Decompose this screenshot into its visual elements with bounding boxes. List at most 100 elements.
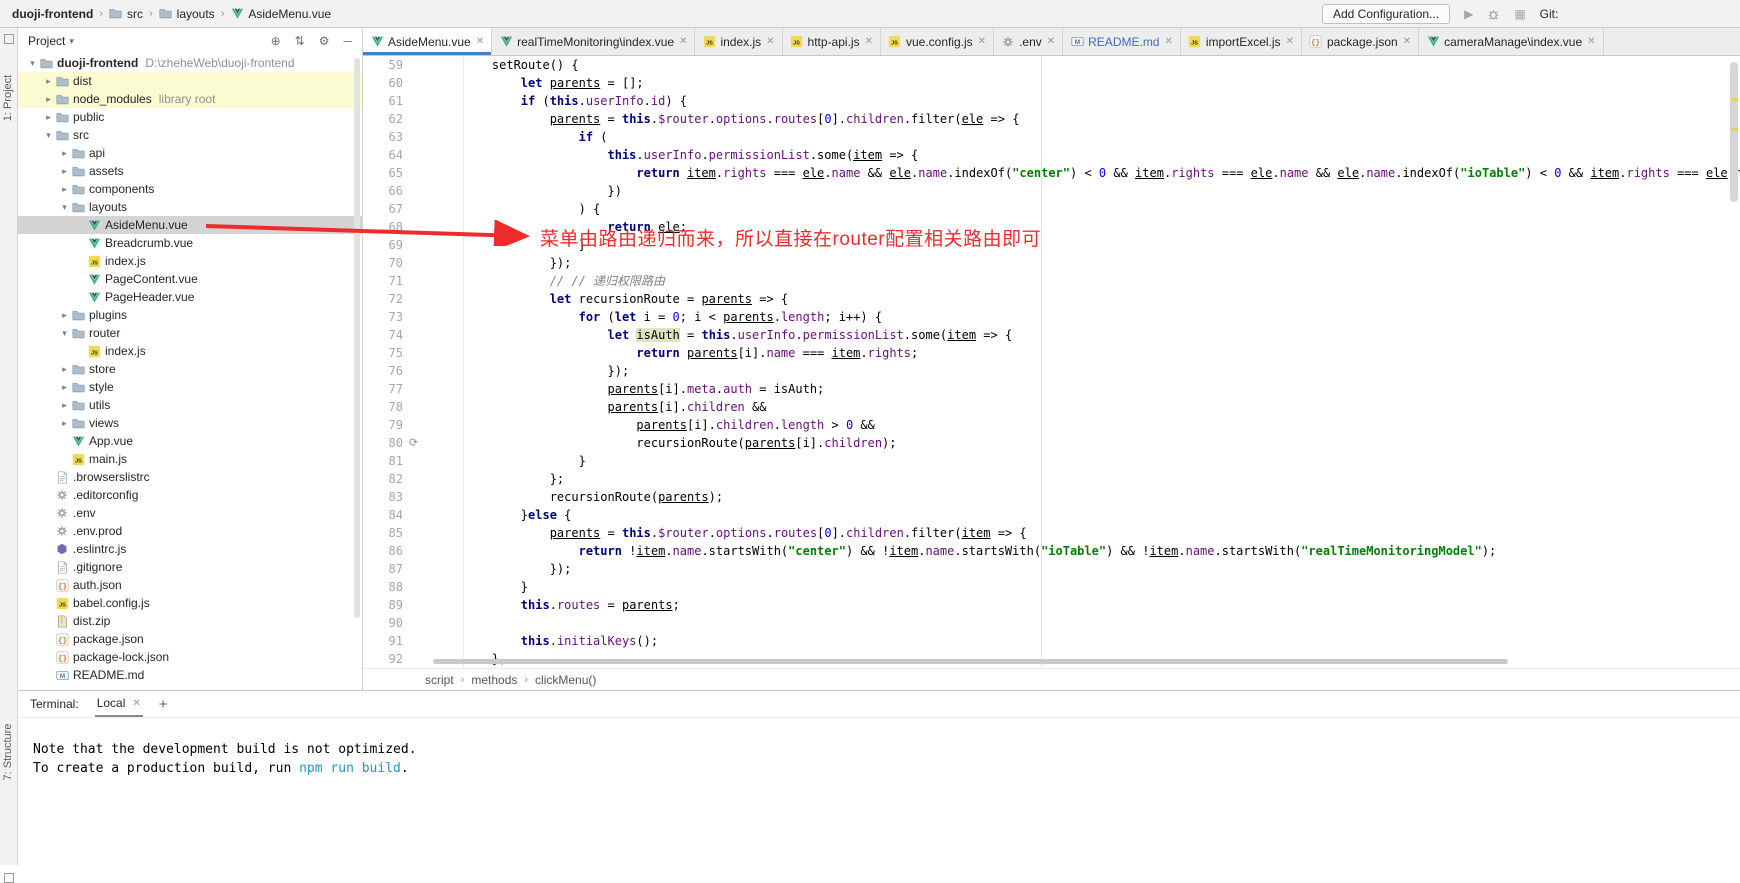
editor-tab[interactable]: {}package.json✕ (1302, 28, 1419, 55)
debug-icon[interactable] (1487, 8, 1500, 21)
close-icon[interactable]: ✕ (1047, 36, 1055, 47)
chevron-right-icon[interactable]: ▸ (42, 112, 55, 123)
titlebar-crumb[interactable]: duoji-frontend (12, 7, 93, 21)
close-icon[interactable]: ✕ (1286, 36, 1294, 47)
titlebar-crumb[interactable]: src (109, 7, 143, 21)
editor-tab[interactable]: cameraManage\index.vue✕ (1419, 28, 1603, 55)
terminal-tool-window-icon[interactable] (4, 873, 14, 883)
close-icon[interactable]: ✕ (679, 36, 687, 47)
new-terminal-session-button[interactable]: + (159, 696, 168, 713)
project-tree-row[interactable]: .eslintrc.js (18, 540, 362, 558)
locate-file-icon[interactable]: ⊕ (271, 34, 281, 48)
project-tree-row[interactable]: .gitignore (18, 558, 362, 576)
editor-tab[interactable]: AsideMenu.vue✕ (363, 28, 492, 55)
project-tree-row[interactable]: ▸public (18, 108, 362, 126)
project-tree-row[interactable]: ▸style (18, 378, 362, 396)
project-tree-row[interactable]: dist.zip (18, 612, 362, 630)
run-icon[interactable]: ▶ (1464, 7, 1473, 21)
project-tree-row[interactable]: {}package-lock.json (18, 648, 362, 666)
project-tree-row[interactable]: JSindex.js (18, 252, 362, 270)
chevron-right-icon[interactable]: ▸ (58, 310, 71, 321)
close-icon[interactable]: ✕ (1587, 36, 1595, 47)
chevron-down-icon[interactable]: ▾ (58, 328, 71, 339)
add-configuration-button[interactable]: Add Configuration... (1322, 4, 1450, 24)
project-tree-row[interactable]: {}package.json (18, 630, 362, 648)
warning-stripe-mark[interactable] (1731, 128, 1738, 131)
settings-gear-icon[interactable]: ⚙ (319, 34, 330, 48)
chevron-right-icon[interactable]: ▸ (58, 364, 71, 375)
code-breadcrumb-item[interactable]: script (425, 673, 454, 687)
editor-tab[interactable]: realTimeMonitoring\index.vue✕ (492, 28, 695, 55)
editor-tab[interactable]: JSimportExcel.js✕ (1181, 28, 1302, 55)
close-icon[interactable]: ✕ (865, 36, 873, 47)
chevron-right-icon[interactable]: ▸ (58, 148, 71, 159)
project-scrollbar[interactable] (354, 58, 360, 618)
project-tree-row[interactable]: ▾duoji-frontendD:\zheheWeb\duoji-fronten… (18, 54, 362, 72)
collapse-all-icon[interactable]: ⇅ (295, 34, 305, 48)
project-tree-row[interactable]: .env.prod (18, 522, 362, 540)
project-tree-row[interactable]: ▾router (18, 324, 362, 342)
code-breadcrumb-item[interactable]: methods (471, 673, 517, 687)
editor-tab[interactable]: MREADME.md✕ (1063, 28, 1181, 55)
chevron-right-icon[interactable]: ▸ (42, 94, 55, 105)
project-tree-row[interactable]: .env (18, 504, 362, 522)
vertical-scrollbar[interactable] (1730, 62, 1738, 202)
project-tree-row[interactable]: Breadcrumb.vue (18, 234, 362, 252)
project-tree-row[interactable]: ▸utils (18, 396, 362, 414)
warning-stripe-mark[interactable] (1731, 98, 1738, 101)
project-tree-row[interactable]: PageHeader.vue (18, 288, 362, 306)
project-tree-row[interactable]: ▸dist (18, 72, 362, 90)
code-editor[interactable]: 59 setRoute() {60 let parents = [];61 if… (363, 56, 1740, 668)
chevron-right-icon[interactable]: ▸ (58, 382, 71, 393)
titlebar-crumb[interactable]: AsideMenu.vue (230, 7, 331, 21)
chevron-down-icon[interactable]: ▾ (58, 202, 71, 213)
structure-tool-window-button[interactable]: 7: Structure (2, 717, 14, 787)
project-tree-row[interactable]: ▾src (18, 126, 362, 144)
terminal-tab-local[interactable]: Local ✕ (95, 691, 143, 717)
project-tree-row[interactable]: ▸views (18, 414, 362, 432)
chevron-down-icon[interactable]: ▾ (26, 58, 39, 69)
project-tree-row[interactable]: {}auth.json (18, 576, 362, 594)
project-tree-row[interactable]: JSbabel.config.js (18, 594, 362, 612)
chevron-down-icon[interactable]: ▾ (42, 130, 55, 141)
project-tree-row[interactable]: JSmain.js (18, 450, 362, 468)
code-breadcrumb-item[interactable]: clickMenu() (535, 673, 596, 687)
project-tree-row[interactable]: ▸api (18, 144, 362, 162)
project-tree-row[interactable]: ▸store (18, 360, 362, 378)
close-icon[interactable]: ✕ (1164, 36, 1172, 47)
project-tree-row[interactable]: ▸components (18, 180, 362, 198)
project-tree-row[interactable]: App.vue (18, 432, 362, 450)
project-tree-row[interactable]: JSindex.js (18, 342, 362, 360)
editor-tab[interactable]: JSindex.js✕ (695, 28, 782, 55)
recursive-call-icon[interactable]: ⟳ (403, 434, 463, 452)
project-tree-row[interactable]: ▸node_moduleslibrary root (18, 90, 362, 108)
project-tool-window-button[interactable]: 1: Project (2, 69, 14, 127)
project-tree-row[interactable]: MREADME.md (18, 666, 362, 684)
chevron-right-icon[interactable]: ▸ (58, 166, 71, 177)
project-tree-row[interactable]: ▸plugins (18, 306, 362, 324)
close-icon[interactable]: ✕ (978, 36, 986, 47)
terminal-output[interactable]: Note that the development build is not o… (18, 718, 1740, 778)
chevron-right-icon[interactable]: ▸ (58, 184, 71, 195)
hide-panel-icon[interactable]: ─ (343, 34, 352, 48)
chevron-right-icon[interactable]: ▸ (42, 76, 55, 87)
tool-windows-icon[interactable]: ▦ (1514, 7, 1525, 21)
editor-tab[interactable]: JSvue.config.js✕ (881, 28, 994, 55)
editor-tab[interactable]: .env✕ (994, 28, 1063, 55)
project-tree-row[interactable]: ▾layouts (18, 198, 362, 216)
tool-window-switcher-icon[interactable] (4, 34, 14, 44)
close-icon[interactable]: ✕ (766, 36, 774, 47)
project-tree-row[interactable]: .browserslistrc (18, 468, 362, 486)
chevron-right-icon[interactable]: ▸ (58, 418, 71, 429)
close-icon[interactable]: ✕ (1403, 36, 1411, 47)
titlebar-crumb[interactable]: layouts (159, 7, 215, 21)
close-icon[interactable]: ✕ (132, 698, 140, 709)
project-tree-row[interactable]: .editorconfig (18, 486, 362, 504)
project-tree-row[interactable]: PageContent.vue (18, 270, 362, 288)
chevron-right-icon[interactable]: ▸ (58, 400, 71, 411)
horizontal-scrollbar[interactable] (433, 659, 1508, 664)
project-tree-row[interactable]: ▸assets (18, 162, 362, 180)
project-tree-row[interactable]: AsideMenu.vue (18, 216, 362, 234)
git-label[interactable]: Git: (1540, 7, 1559, 21)
editor-tab[interactable]: JShttp-api.js✕ (783, 28, 881, 55)
